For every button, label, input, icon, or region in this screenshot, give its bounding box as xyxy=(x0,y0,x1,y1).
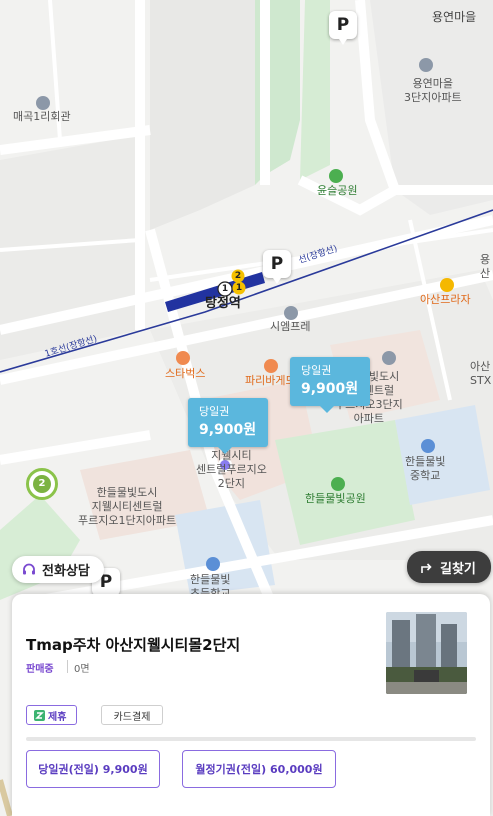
label-yunseul-park: 윤슬공원 xyxy=(317,184,358,197)
label-tangjeong-station[interactable]: 탕정역 xyxy=(205,297,241,311)
price-tag-price: 9,900원 xyxy=(199,422,257,438)
parking-lot-card[interactable]: Tmap주차 아산지웰시티몰2단지 판매중 0면 제휴 카드결제 당일권(전일)… xyxy=(12,594,490,816)
label-hanbeul-1: 한들물빛도시 지웰시티센트럴 푸르지오1단지아파트 xyxy=(78,486,177,527)
price-tag-price: 9,900원 xyxy=(301,381,359,397)
cluster-marker[interactable]: 2 xyxy=(26,468,58,500)
partner-chip: 제휴 xyxy=(26,705,77,725)
station-badge-line1: 1 xyxy=(221,284,229,294)
directions-button[interactable]: 길찾기 xyxy=(407,551,491,583)
price-tag-1[interactable]: 당일권 9,900원 xyxy=(188,398,269,454)
directions-label: 길찾기 xyxy=(440,561,476,577)
price-tag-type: 당일권 xyxy=(199,405,230,418)
status-divider xyxy=(67,660,68,673)
turn-right-icon xyxy=(421,562,432,573)
label-asan-plaza: 아산프라자 xyxy=(420,293,471,306)
call-consult-button[interactable]: 전화상담 xyxy=(12,556,104,583)
label-hanbeul-park: 한들물빛공원 xyxy=(305,492,366,505)
available-spaces: 0면 xyxy=(74,664,90,675)
call-consult-label: 전화상담 xyxy=(42,564,90,579)
tmap-z-icon xyxy=(34,709,45,721)
label-hanbeul-middle: 한들물빛 중학교 xyxy=(405,455,446,482)
label-cmprj: 시엠프레 xyxy=(270,320,311,333)
price-tag-type: 당일권 xyxy=(301,364,332,377)
parking-lot-photo[interactable] xyxy=(386,612,467,694)
section-divider xyxy=(26,737,476,741)
parking-marker-station[interactable]: P xyxy=(263,250,291,284)
partner-chip-label: 제휴 xyxy=(48,711,67,723)
card-payment-label: 카드결제 xyxy=(113,711,151,723)
parking-lot-title: Tmap주차 아산지웰시티몰2단지 xyxy=(26,636,241,654)
monthly-pass-button[interactable]: 월정기권(전일) 60,000원 xyxy=(182,750,336,788)
cluster-count: 2 xyxy=(33,475,51,493)
monthly-pass-label: 월정기권(전일) 60,000원 xyxy=(195,763,323,776)
label-maegok1ri-hall: 매곡1리회관 xyxy=(13,110,71,123)
label-yongyeon-village: 용연마을 xyxy=(432,10,477,24)
label-yongyeon-far-right: 용 산 xyxy=(480,253,491,280)
price-tag-2[interactable]: 당일권 9,900원 xyxy=(290,357,371,413)
card-payment-chip: 카드결제 xyxy=(101,705,163,725)
label-yongyeon-complex3: 용연마을 3단지아파트 xyxy=(404,77,462,104)
parking-marker-top[interactable]: P xyxy=(329,11,357,45)
station-badge-line1b: 1 xyxy=(235,283,243,293)
sale-status: 판매중 xyxy=(26,664,54,675)
label-asan-stx: 아산 STX xyxy=(470,360,492,387)
daily-ticket-button[interactable]: 당일권(전일) 9,900원 xyxy=(26,750,160,788)
label-paris-baguette: 파리바게뜨 xyxy=(245,374,296,387)
headset-icon xyxy=(23,563,35,574)
daily-ticket-label: 당일권(전일) 9,900원 xyxy=(38,763,148,776)
label-starbucks: 스타벅스 xyxy=(165,367,206,380)
